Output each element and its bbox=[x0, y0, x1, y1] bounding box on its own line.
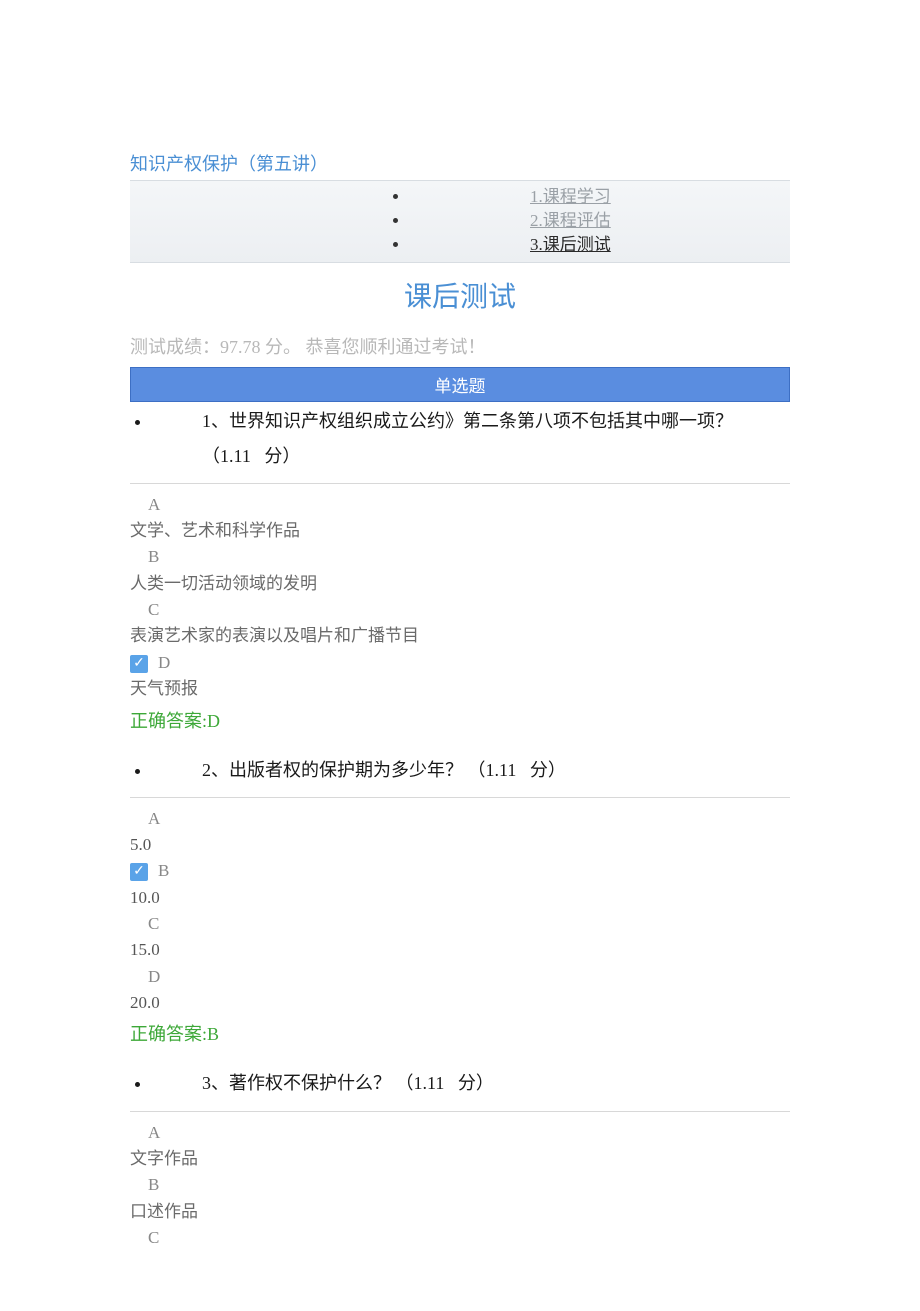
option-text: 表演艺术家的表演以及唱片和广播节目 bbox=[130, 623, 790, 649]
option-text: 文字作品 bbox=[130, 1146, 790, 1172]
correct-answer: 正确答案:B bbox=[130, 1020, 790, 1046]
divider bbox=[130, 1111, 790, 1112]
option-letter: D bbox=[130, 964, 790, 990]
option-letter: C bbox=[130, 1225, 790, 1251]
option-letter: ✓D bbox=[130, 650, 790, 676]
option-text: 5.0 bbox=[130, 832, 790, 858]
option-letter: B bbox=[130, 544, 790, 570]
option-letter-text: B bbox=[158, 861, 169, 880]
question-number: 2、 bbox=[202, 760, 229, 780]
question-text: 出版者权的保护期为多少年？ bbox=[229, 760, 468, 780]
page: 知识产权保护（第五讲） 1.课程学习 2.课程评估 3.课后测试 课后测试 测试… bbox=[0, 0, 920, 1311]
question-options: A 5.0 ✓B 10.0 C 15.0 D 20.0 bbox=[130, 806, 790, 1017]
option-text: 文学、艺术和科学作品 bbox=[130, 518, 790, 544]
option-letter: C bbox=[130, 597, 790, 623]
score-line: 测试成绩：97.78 分。 恭喜您顺利通过考试！ bbox=[130, 333, 790, 359]
option-letter: C bbox=[130, 911, 790, 937]
check-icon: ✓ bbox=[130, 655, 148, 673]
question-points: （1.11 分） bbox=[396, 1073, 494, 1093]
question-stem: 2、出版者权的保护期为多少年？ （1.11 分） bbox=[152, 753, 790, 787]
nav-list: 1.课程学习 2.课程评估 3.课后测试 bbox=[130, 185, 790, 256]
question-options: A 文字作品 B 口述作品 C bbox=[130, 1120, 790, 1252]
option-letter: A bbox=[130, 806, 790, 832]
option-letter: A bbox=[130, 492, 790, 518]
option-letter: A bbox=[130, 1120, 790, 1146]
correct-answer: 正确答案:D bbox=[130, 707, 790, 733]
option-text: 10.0 bbox=[130, 885, 790, 911]
question-number: 1、 bbox=[202, 411, 229, 431]
question-text: 世界知识产权组织成立公约》第二条第八项不包括其中哪一项？ bbox=[229, 411, 733, 431]
option-text: 口述作品 bbox=[130, 1199, 790, 1225]
nav-link-evaluate[interactable]: 2.课程评估 bbox=[530, 211, 611, 230]
option-letter: ✓B bbox=[130, 858, 790, 884]
nav-link-test[interactable]: 3.课后测试 bbox=[530, 235, 611, 254]
divider bbox=[130, 797, 790, 798]
option-text: 人类一切活动领域的发明 bbox=[130, 571, 790, 597]
nav-item-evaluate: 2.课程评估 bbox=[410, 209, 790, 233]
option-letter-text: D bbox=[158, 653, 170, 672]
question-stem: 3、著作权不保护什么？ （1.11 分） bbox=[152, 1066, 790, 1100]
question-text: 著作权不保护什么？ bbox=[229, 1073, 396, 1093]
nav-item-test: 3.课后测试 bbox=[410, 233, 790, 257]
option-text: 20.0 bbox=[130, 990, 790, 1016]
question-stem: 1、世界知识产权组织成立公约》第二条第八项不包括其中哪一项？ （1.11 分） bbox=[152, 404, 790, 472]
option-letter: B bbox=[130, 1172, 790, 1198]
question-number: 3、 bbox=[202, 1073, 229, 1093]
question-type-banner: 单选题 bbox=[130, 367, 790, 402]
nav-bar: 1.课程学习 2.课程评估 3.课后测试 bbox=[130, 180, 790, 263]
nav-item-study: 1.课程学习 bbox=[410, 185, 790, 209]
check-icon: ✓ bbox=[130, 863, 148, 881]
question-options: A 文学、艺术和科学作品 B 人类一切活动领域的发明 C 表演艺术家的表演以及唱… bbox=[130, 492, 790, 703]
option-text: 15.0 bbox=[130, 937, 790, 963]
option-text: 天气预报 bbox=[130, 676, 790, 702]
question-points: （1.11 分） bbox=[202, 446, 300, 466]
section-title: 课后测试 bbox=[130, 275, 790, 315]
question-points: （1.11 分） bbox=[468, 760, 566, 780]
course-title: 知识产权保护（第五讲） bbox=[130, 150, 790, 176]
divider bbox=[130, 483, 790, 484]
nav-link-study[interactable]: 1.课程学习 bbox=[530, 187, 611, 206]
